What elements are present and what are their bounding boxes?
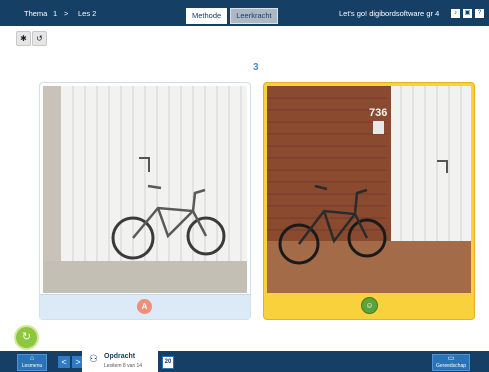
previous-button[interactable]: < — [58, 356, 70, 368]
app-title: Let's go! digibordsoftware gr 4 — [339, 9, 440, 18]
page-box[interactable]: 20 — [162, 356, 174, 369]
toolbox-icon: ▭ — [447, 355, 455, 362]
lesmenu-label: Lesmenu — [21, 363, 43, 369]
breadcrumb-les[interactable]: Les 2 — [78, 9, 96, 18]
photo-bicycle-garage-door — [43, 86, 247, 293]
option-a-badge[interactable]: A — [137, 299, 152, 314]
undo-icon[interactable]: ↺ — [32, 31, 47, 46]
bottom-bar: ⌂ Lesmenu < > ▭ Gereedschap — [0, 351, 489, 372]
assignment-panel: ⚇ Opdracht Lesitem 8 van 14 — [82, 349, 158, 372]
breadcrumb-thema-number[interactable]: 1 — [53, 9, 57, 18]
lesmenu-button[interactable]: ⌂ Lesmenu — [17, 354, 47, 371]
tab-leerkracht[interactable]: Leerkracht — [230, 8, 278, 24]
card-a-footer: A — [40, 294, 250, 319]
gereedschap-button[interactable]: ▭ Gereedschap — [432, 354, 470, 371]
option-smiley-badge[interactable]: ☺ — [361, 297, 378, 314]
people-icon: ⚇ — [89, 354, 98, 365]
answer-card-smiley[interactable]: 736 ☺ — [263, 82, 475, 320]
assignment-progress: Lesitem 8 van 14 — [104, 363, 143, 369]
assignment-title: Opdracht — [104, 353, 136, 360]
settings-icon[interactable]: ✱ — [16, 31, 31, 46]
page-number: 3 — [253, 62, 259, 73]
top-bar: Thema 1 > Les 2 Methode Leerkracht Let's… — [0, 0, 489, 26]
breadcrumb-separator: > — [64, 9, 69, 18]
home-icon: ⌂ — [29, 355, 35, 362]
mode-tabs: Methode Leerkracht — [186, 8, 278, 24]
photo-bicycle-brick-wall: 736 — [267, 86, 471, 293]
svg-text:736: 736 — [369, 107, 387, 119]
breadcrumb-thema[interactable]: Thema — [24, 9, 47, 18]
sound-icon[interactable]: ♪ — [451, 9, 460, 18]
fullscreen-icon[interactable]: ▣ — [463, 9, 472, 18]
gereedschap-label: Gereedschap — [435, 363, 467, 369]
help-icon[interactable]: ? — [475, 9, 484, 18]
answer-card-a[interactable]: A — [39, 82, 251, 320]
tab-methode[interactable]: Methode — [186, 8, 228, 24]
refresh-icon[interactable]: ↻ — [14, 325, 39, 350]
